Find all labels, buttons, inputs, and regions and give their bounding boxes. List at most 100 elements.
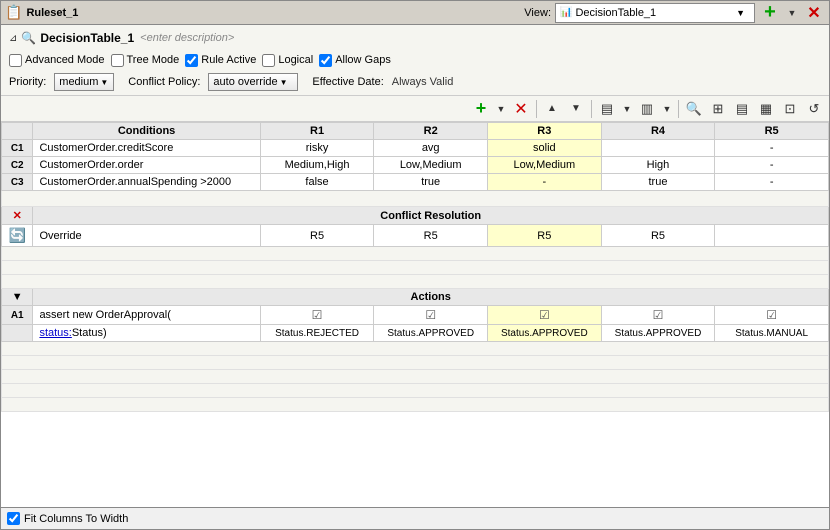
header-r3: R3 — [488, 123, 602, 140]
view-select-container[interactable]: 📊 DecisionTable_1 ▼ — [555, 3, 755, 23]
advanced-mode-checkbox[interactable] — [9, 54, 22, 67]
row-c1-r1[interactable]: risky — [260, 140, 374, 157]
move-down-button[interactable]: ▼ — [565, 98, 587, 120]
action-a2-r5[interactable]: Status.MANUAL — [715, 325, 829, 342]
logical-checkbox[interactable] — [262, 54, 275, 67]
extra-btn-1[interactable]: ▦ — [755, 98, 777, 120]
action-a2-r2[interactable]: Status.APPROVED — [374, 325, 488, 342]
dt-label-row: ⊿ 🔍 DecisionTable_1 <enter description> — [9, 27, 821, 49]
priority-select[interactable]: medium ▼ — [54, 73, 114, 91]
action-row-2: status:Status) Status.REJECTED Status.AP… — [2, 325, 829, 342]
action-a2-name[interactable]: status:Status) — [33, 325, 260, 342]
override-r1[interactable]: R5 — [260, 225, 374, 247]
fit-columns-checkbox[interactable] — [7, 512, 20, 525]
bottom-bar: Fit Columns To Width — [1, 507, 829, 529]
row-c3-r1[interactable]: false — [260, 174, 374, 191]
rule-active-group: Rule Active — [185, 54, 256, 67]
row-c2-condition[interactable]: CustomerOrder.order — [33, 157, 260, 174]
row-c3-r4[interactable]: true — [601, 174, 715, 191]
action-a2-r4[interactable]: Status.APPROVED — [601, 325, 715, 342]
row-c1-r3[interactable]: solid — [488, 140, 602, 157]
dt-search-icon: 🔍 — [21, 31, 36, 45]
view-select-dropdown-icon[interactable]: ▼ — [736, 8, 745, 18]
conflict-policy-dropdown-icon: ▼ — [280, 78, 288, 87]
row-c3-condition[interactable]: CustomerOrder.annualSpending >2000 — [33, 174, 260, 191]
delete-button[interactable]: ✕ — [803, 2, 825, 24]
effective-date-value: Always Valid — [392, 76, 454, 88]
header-empty — [2, 123, 33, 140]
collapse-all-button[interactable]: ▤ — [731, 98, 753, 120]
row-c2-r1[interactable]: Medium,High — [260, 157, 374, 174]
rule-active-checkbox[interactable] — [185, 54, 198, 67]
view-select-text: DecisionTable_1 — [575, 7, 656, 19]
expand-button[interactable]: ⊞ — [707, 98, 729, 120]
override-r2[interactable]: R5 — [374, 225, 488, 247]
action-a1-r4-check[interactable]: ☑ — [601, 306, 715, 325]
columns-button[interactable]: ▥ — [636, 98, 658, 120]
extra-btn-2[interactable]: ⊡ — [779, 98, 801, 120]
override-icon: 🔄 — [9, 227, 26, 243]
priority-value: medium — [59, 76, 98, 88]
override-name[interactable]: Override — [33, 225, 260, 247]
row-c1-r2[interactable]: avg — [374, 140, 488, 157]
allow-gaps-checkbox[interactable] — [319, 54, 332, 67]
action-a1-r3-check[interactable]: ☑ — [488, 306, 602, 325]
row-c3-r5[interactable]: - — [715, 174, 829, 191]
spacer-row-7 — [2, 370, 829, 384]
priority-row: Priority: medium ▼ Conflict Policy: auto… — [9, 71, 821, 93]
action-a1-name[interactable]: assert new OrderApproval( — [33, 306, 260, 325]
row-c1-condition[interactable]: CustomerOrder.creditScore — [33, 140, 260, 157]
action-a1-r1-check[interactable]: ☑ — [260, 306, 374, 325]
action-a2-r1[interactable]: Status.REJECTED — [260, 325, 374, 342]
allow-gaps-group: Allow Gaps — [319, 54, 391, 67]
add-row-dropdown[interactable]: ▼ — [494, 98, 508, 120]
conflict-resolution-header: Conflict Resolution — [33, 207, 829, 225]
header-r4: R4 — [601, 123, 715, 140]
main-container: 📋 Ruleset_1 View: 📊 DecisionTable_1 ▼ + … — [0, 0, 830, 530]
collapse-icon[interactable]: ⊿ — [9, 33, 17, 44]
spacer-row-8 — [2, 384, 829, 398]
rules-dropdown[interactable]: ▼ — [620, 98, 634, 120]
columns-dropdown[interactable]: ▼ — [660, 98, 674, 120]
row-c2-r3[interactable]: Low,Medium — [488, 157, 602, 174]
override-r3[interactable]: R5 — [488, 225, 602, 247]
override-r5[interactable] — [715, 225, 829, 247]
row-c3-r2[interactable]: true — [374, 174, 488, 191]
dropdown-arrow[interactable]: ▼ — [781, 2, 803, 24]
delete-row-button[interactable]: ✕ — [510, 98, 532, 120]
row-c1-r5[interactable]: - — [715, 140, 829, 157]
header-r2: R2 — [374, 123, 488, 140]
action-a2-r3[interactable]: Status.APPROVED — [488, 325, 602, 342]
allow-gaps-label: Allow Gaps — [335, 54, 391, 66]
status-link[interactable]: status: — [39, 327, 71, 339]
dt-desc[interactable]: <enter description> — [140, 32, 234, 44]
row-c2-r4[interactable]: High — [601, 157, 715, 174]
add-row-button[interactable]: + — [470, 98, 492, 120]
row-c3-r3[interactable]: - — [488, 174, 602, 191]
row-c2-r5[interactable]: - — [715, 157, 829, 174]
extra-btn-3[interactable]: ↺ — [803, 98, 825, 120]
conflict-policy-select[interactable]: auto override ▼ — [208, 73, 298, 91]
add-button[interactable]: + — [759, 2, 781, 24]
row-c2-r2[interactable]: Low,Medium — [374, 157, 488, 174]
rule-active-label: Rule Active — [201, 54, 256, 66]
rules-button[interactable]: ▤ — [596, 98, 618, 120]
action-a1-r2-check[interactable]: ☑ — [374, 306, 488, 325]
separator-1 — [536, 100, 537, 118]
table-area[interactable]: Conditions R1 R2 R3 R4 R5 C1 CustomerOrd… — [1, 122, 829, 507]
move-up-button[interactable]: ▲ — [541, 98, 563, 120]
row-c2-num: C2 — [2, 157, 33, 174]
view-label: View: — [524, 7, 551, 19]
conflict-resolution-header-row: ✕ Conflict Resolution — [2, 207, 829, 225]
ruleset-title: Ruleset_1 — [26, 7, 516, 19]
action-a1-r5-check[interactable]: ☑ — [715, 306, 829, 325]
view-select[interactable]: 📊 DecisionTable_1 ▼ — [555, 3, 755, 23]
effective-date-label: Effective Date: — [312, 76, 383, 88]
tree-mode-checkbox[interactable] — [111, 54, 124, 67]
override-r4[interactable]: R5 — [601, 225, 715, 247]
row-c3-num: C3 — [2, 174, 33, 191]
search-button[interactable]: 🔍 — [683, 98, 705, 120]
chevron-down-icon: ▼ — [788, 8, 797, 18]
row-c1-r4[interactable] — [601, 140, 715, 157]
separator-3 — [678, 100, 679, 118]
